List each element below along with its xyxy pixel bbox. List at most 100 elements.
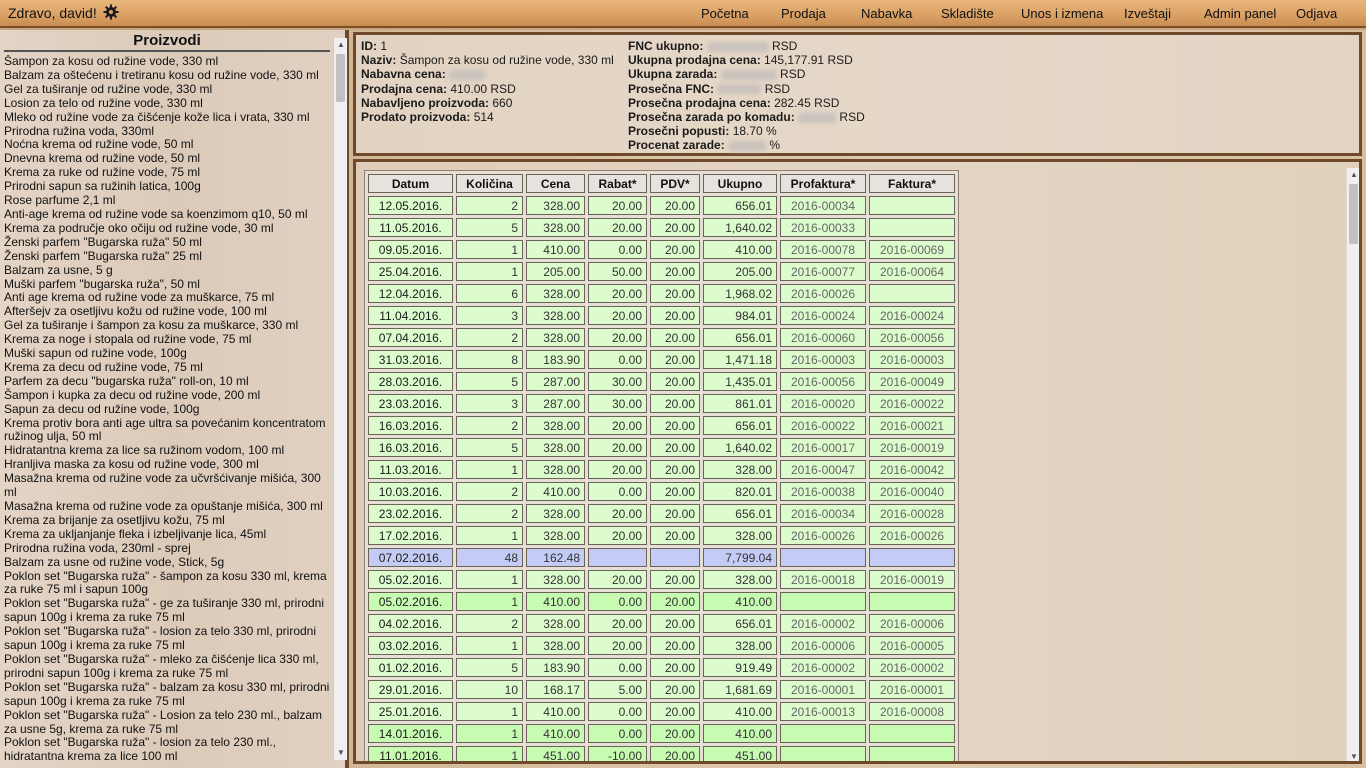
product-list-item[interactable]: Krema za brijanje za osetljivu kožu, 75 … bbox=[4, 513, 332, 528]
col-header-pdv[interactable]: PDV* bbox=[650, 174, 700, 193]
product-list-item[interactable]: Poklon set "Bugarska ruža" - šampon za k… bbox=[4, 569, 332, 598]
product-list-item[interactable]: Šampon i kupka za decu od ružine vode, 2… bbox=[4, 388, 332, 403]
table-row[interactable]: 14.01.2016. 1 410.00 0.00 20.00 410.00 bbox=[368, 724, 955, 743]
nav-pocetna[interactable]: Početna bbox=[701, 6, 749, 21]
table-cell[interactable]: 2016-00024 bbox=[869, 306, 955, 325]
table-row[interactable]: 25.01.2016. 1 410.00 0.00 20.00 410.00 2016-00… bbox=[368, 702, 955, 721]
product-list-item[interactable]: Sapun za decu od ružine vode, 100g bbox=[4, 402, 332, 417]
products-scrollbar[interactable]: ▲ ▼ bbox=[333, 38, 347, 760]
product-list-item[interactable]: Krema za noge i stopala od ružine vode, … bbox=[4, 332, 332, 347]
product-list-item[interactable]: Noćna krema od ružine vode, 50 ml bbox=[4, 138, 332, 152]
table-cell[interactable]: 2016-00047 bbox=[780, 460, 866, 479]
table-cell[interactable]: 2016-00034 bbox=[780, 196, 866, 215]
table-row[interactable]: 16.03.2016. 5 328.00 20.00 20.00 1,640.02 2016… bbox=[368, 438, 955, 457]
table-cell[interactable]: 2016-00019 bbox=[869, 570, 955, 589]
table-cell[interactable]: 2016-00006 bbox=[869, 614, 955, 633]
table-cell[interactable]: 2016-00064 bbox=[869, 262, 955, 281]
product-list-item[interactable]: Krema za područje oko očiju od ružine vo… bbox=[4, 221, 332, 236]
table-row[interactable]: 10.03.2016. 2 410.00 0.00 20.00 820.01 2016-00… bbox=[368, 482, 955, 501]
product-list-item[interactable]: Balzam za usne, 5 g bbox=[4, 263, 332, 278]
table-cell[interactable]: 2016-00042 bbox=[869, 460, 955, 479]
table-cell[interactable] bbox=[869, 284, 955, 303]
table-cell[interactable]: 2016-00019 bbox=[869, 438, 955, 457]
product-list-item[interactable]: Anti age krema od ružine vode za muškarc… bbox=[4, 291, 332, 305]
product-list-item[interactable]: Šampon za kosu od ružine vode, 330 ml bbox=[4, 55, 332, 69]
col-header-faktura[interactable]: Faktura* bbox=[869, 174, 955, 193]
table-cell[interactable]: 2016-00002 bbox=[869, 658, 955, 677]
product-list-item[interactable]: Muški sapun od ružine vode, 100g bbox=[4, 346, 332, 361]
product-list-item[interactable]: Poklon set "Bugarska ruža" - ge za tušir… bbox=[4, 596, 332, 625]
table-cell[interactable]: 2016-00024 bbox=[780, 306, 866, 325]
product-list-item[interactable]: Balzam za usne od ružine vode, Stick, 5g bbox=[4, 555, 332, 570]
table-cell[interactable]: 2016-00020 bbox=[780, 394, 866, 413]
table-row[interactable]: 01.02.2016. 5 183.90 0.00 20.00 919.49 2016-00… bbox=[368, 658, 955, 677]
product-list-item[interactable]: Ženski parfem "Bugarska ruža" 50 ml bbox=[4, 235, 332, 250]
table-cell[interactable] bbox=[869, 196, 955, 215]
table-cell[interactable] bbox=[869, 724, 955, 743]
table-row[interactable]: 07.04.2016. 2 328.00 20.00 20.00 656.01 2016-0… bbox=[368, 328, 955, 347]
product-list-item[interactable]: Krema za ruke od ružine vode, 75 ml bbox=[4, 165, 332, 180]
table-cell[interactable] bbox=[780, 548, 866, 567]
product-list-item[interactable]: Prirodna ružina voda, 230ml - sprej bbox=[4, 541, 332, 556]
product-list-item[interactable]: Poklon set "Bugarska ruža" - losion za t… bbox=[4, 624, 332, 653]
table-cell[interactable]: 2016-00040 bbox=[869, 482, 955, 501]
table-cell[interactable]: 2016-00026 bbox=[780, 526, 866, 545]
product-list-item[interactable]: Gel za tuširanje od ružine vode, 330 ml bbox=[4, 82, 332, 97]
nav-odjava[interactable]: Odjava bbox=[1296, 6, 1337, 21]
table-cell[interactable] bbox=[869, 548, 955, 567]
product-list-item[interactable]: Gel za tuširanje i šampon za kosu za muš… bbox=[4, 318, 332, 333]
table-row[interactable]: 11.05.2016. 5 328.00 20.00 20.00 1,640.02 2016… bbox=[368, 218, 955, 237]
table-row[interactable]: 04.02.2016. 2 328.00 20.00 20.00 656.01 2016-0… bbox=[368, 614, 955, 633]
table-row[interactable]: 07.02.2016. 48 162.48 7,799.04 bbox=[368, 548, 955, 567]
table-row[interactable]: 09.05.2016. 1 410.00 0.00 20.00 410.00 2016-00… bbox=[368, 240, 955, 259]
table-cell[interactable]: 2016-00077 bbox=[780, 262, 866, 281]
table-row[interactable]: 17.02.2016. 1 328.00 20.00 20.00 328.00 2016-0… bbox=[368, 526, 955, 545]
col-header-kolicina[interactable]: Količina bbox=[456, 174, 523, 193]
product-list-item[interactable]: Rose parfume 2,1 ml bbox=[4, 193, 332, 208]
table-cell[interactable]: 2016-00026 bbox=[780, 284, 866, 303]
table-cell[interactable]: 2016-00006 bbox=[780, 636, 866, 655]
table-row[interactable]: 23.02.2016. 2 328.00 20.00 20.00 656.01 2016-0… bbox=[368, 504, 955, 523]
product-list-item[interactable]: Prirodni sapun sa ružinih latica, 100g bbox=[4, 179, 332, 194]
table-cell[interactable]: 2016-00056 bbox=[869, 328, 955, 347]
table-cell[interactable]: 2016-00022 bbox=[869, 394, 955, 413]
product-list-item[interactable]: Poklon set "Bugarska ruža" - losion za t… bbox=[4, 736, 332, 764]
product-list-item[interactable]: Balzam za oštećenu i tretiranu kosu od r… bbox=[4, 68, 332, 83]
table-cell[interactable]: 2016-00013 bbox=[780, 702, 866, 721]
table-cell[interactable]: 2016-00003 bbox=[780, 350, 866, 369]
col-header-cena[interactable]: Cena bbox=[526, 174, 585, 193]
table-cell[interactable]: 2016-00002 bbox=[780, 658, 866, 677]
table-cell[interactable]: 2016-00028 bbox=[869, 504, 955, 523]
col-header-ukupno[interactable]: Ukupno bbox=[703, 174, 777, 193]
table-cell[interactable]: 2016-00001 bbox=[869, 680, 955, 699]
product-list-item[interactable]: Mleko od ružine vode za čišćenje kože li… bbox=[4, 110, 332, 125]
table-cell[interactable]: 2016-00060 bbox=[780, 328, 866, 347]
table-row[interactable]: 03.02.2016. 1 328.00 20.00 20.00 328.00 2016-0… bbox=[368, 636, 955, 655]
product-list-item[interactable]: Muški parfem "bugarska ruža", 50 ml bbox=[4, 277, 332, 292]
scrollbar-thumb[interactable] bbox=[336, 54, 345, 102]
product-list-item[interactable]: Dnevna krema od ružine vode, 50 ml bbox=[4, 151, 332, 166]
product-list-item[interactable]: Prirodna ružina voda, 330ml bbox=[4, 124, 332, 139]
table-cell[interactable]: 2016-00018 bbox=[780, 570, 866, 589]
gear-icon[interactable] bbox=[103, 4, 119, 20]
scroll-up-icon[interactable]: ▲ bbox=[1347, 168, 1359, 182]
nav-prodaja[interactable]: Prodaja bbox=[781, 6, 826, 21]
table-cell[interactable] bbox=[780, 592, 866, 611]
table-row[interactable]: 11.04.2016. 3 328.00 20.00 20.00 984.01 2016-0… bbox=[368, 306, 955, 325]
product-list-item[interactable]: Krema protiv bora anti age ultra sa pove… bbox=[4, 416, 332, 445]
scroll-up-icon[interactable]: ▲ bbox=[334, 38, 348, 52]
nav-izvestaji[interactable]: Izveštaji bbox=[1124, 6, 1171, 21]
table-cell[interactable]: 2016-00049 bbox=[869, 372, 955, 391]
product-list-item[interactable]: Poklon set "Bugarska ruža" - Losion za t… bbox=[4, 708, 332, 737]
table-cell[interactable]: 2016-00078 bbox=[780, 240, 866, 259]
product-list-item[interactable]: Parfem za decu "bugarska ruža" roll-on, … bbox=[4, 374, 332, 389]
scroll-down-icon[interactable]: ▼ bbox=[1347, 750, 1359, 761]
table-cell[interactable]: 2016-00038 bbox=[780, 482, 866, 501]
table-cell[interactable]: 2016-00034 bbox=[780, 504, 866, 523]
table-cell[interactable]: 2016-00033 bbox=[780, 218, 866, 237]
table-cell[interactable]: 2016-00017 bbox=[780, 438, 866, 457]
table-cell[interactable]: 2016-00021 bbox=[869, 416, 955, 435]
table-cell[interactable] bbox=[780, 746, 866, 761]
table-row[interactable]: 12.05.2016. 2 328.00 20.00 20.00 656.01 2016-0… bbox=[368, 196, 955, 215]
product-list-item[interactable]: Masažna krema od ružine vode za opuštanj… bbox=[4, 499, 332, 514]
